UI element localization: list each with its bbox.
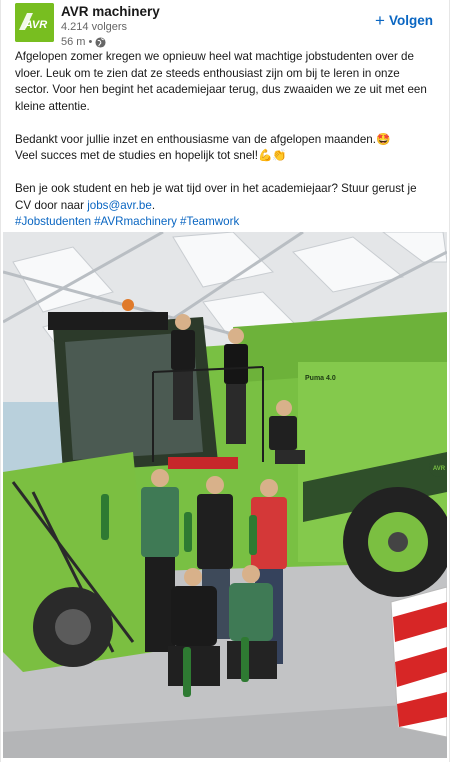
meta-separator: • (88, 36, 93, 48)
post-body: Afgelopen zomer kregen we opnieuw heel w… (15, 49, 427, 231)
logo-text: AVR (24, 19, 47, 31)
follower-count: 4.214 volgers (61, 21, 128, 33)
hashtag-avrmachinery[interactable]: #AVRmachinery (94, 215, 177, 228)
author-name[interactable]: AVR machinery (61, 4, 160, 20)
post-photo[interactable]: Puma 4.0 AVR (3, 232, 447, 758)
post-time: 56 m (61, 36, 86, 48)
post-paragraph-2-line-2: Veel succes met de studies en hopelijk t… (15, 149, 287, 162)
post-paragraph-3-end: . (151, 198, 156, 212)
follow-label: Volgen (388, 13, 433, 28)
post-paragraph-2-line-1: Bedankt voor jullie inzet en enthousiasm… (15, 132, 391, 146)
post-header: AVR AVR machinery 4.214 volgers 56 m • +… (15, 3, 437, 48)
author-info: AVR machinery 4.214 volgers 56 m • (61, 4, 160, 49)
post-paragraph-1: Afgelopen zomer kregen we opnieuw heel w… (15, 50, 427, 113)
plus-icon: + (375, 10, 385, 30)
hashtag-list: #Jobstudenten #AVRmachinery #Teamwork (15, 214, 427, 231)
post-meta: 56 m • (61, 35, 160, 49)
email-link[interactable]: jobs@avr.be (87, 199, 152, 212)
post-paragraph-3-text: Ben je ook student en heb je wat tijd ov… (15, 182, 417, 212)
machine-label: Puma 4.0 (305, 375, 336, 382)
follow-button[interactable]: + Volgen (375, 10, 433, 30)
linkedin-post: AVR AVR machinery 4.214 volgers 56 m • +… (0, 0, 450, 762)
hashtag-teamwork[interactable]: #Teamwork (180, 215, 239, 228)
company-logo[interactable]: AVR (15, 3, 54, 42)
post-paragraph-3: Ben je ook student en heb je wat tijd ov… (15, 181, 427, 214)
globe-icon (95, 36, 106, 48)
hashtag-jobstudenten[interactable]: #Jobstudenten (15, 215, 91, 228)
machine-brand: AVR (433, 466, 446, 472)
